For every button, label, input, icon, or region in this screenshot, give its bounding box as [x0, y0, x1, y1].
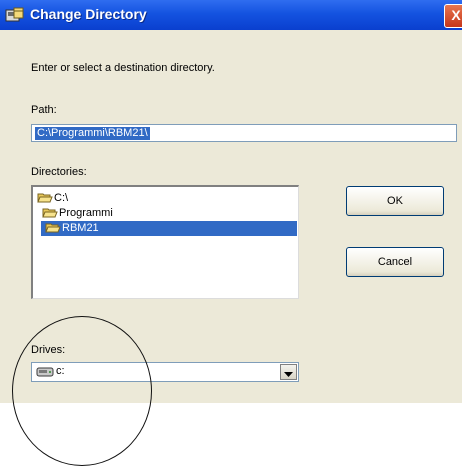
path-label: Path:: [31, 104, 57, 116]
window-title: Change Directory: [30, 6, 147, 22]
close-icon: X: [451, 7, 461, 23]
directories-label: Directories:: [31, 166, 87, 178]
open-folder-icon: [45, 223, 61, 233]
directories-list[interactable]: C:\ Programmi RBM21: [31, 185, 299, 299]
chevron-down-icon: [284, 372, 293, 377]
cancel-button[interactable]: Cancel: [346, 247, 444, 277]
open-folder-icon: [37, 193, 53, 203]
change-directory-dialog: Change Directory X Enter or select a des…: [0, 0, 462, 466]
directory-item-programmi[interactable]: Programmi: [42, 206, 113, 221]
instruction-text: Enter or select a destination directory.: [31, 62, 215, 74]
directory-label: RBM21: [62, 222, 99, 234]
directory-item-c[interactable]: C:\: [37, 191, 68, 206]
title-bar[interactable]: Change Directory X: [0, 0, 462, 30]
drive-value: c:: [56, 365, 65, 377]
disk-folder-icon: [5, 7, 24, 22]
drives-dropdown-button[interactable]: [280, 364, 297, 380]
path-input[interactable]: C:\Programmi\RBM21\: [31, 124, 457, 142]
open-folder-icon: [42, 208, 58, 218]
path-input-value: C:\Programmi\RBM21\: [35, 127, 150, 140]
highlight-circle-annotation: [12, 316, 152, 466]
hard-drive-icon: [36, 367, 54, 377]
drives-select[interactable]: c:: [31, 362, 299, 382]
ok-button[interactable]: OK: [346, 186, 444, 216]
close-button[interactable]: X: [444, 4, 462, 28]
directory-item-rbm21[interactable]: RBM21: [41, 221, 297, 236]
drives-label: Drives:: [31, 344, 66, 356]
directory-label: C:\: [54, 192, 69, 204]
directory-label: Programmi: [59, 207, 113, 219]
